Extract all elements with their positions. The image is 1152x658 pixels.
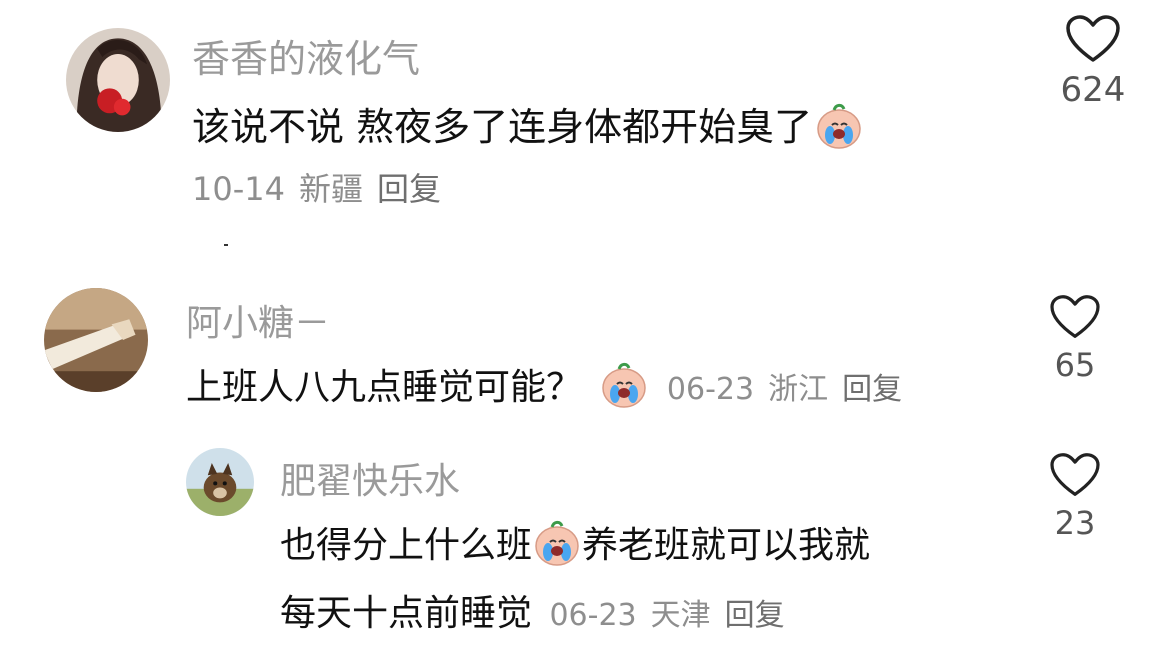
username[interactable]: 肥翟快乐水: [280, 452, 460, 504]
comment-text-body: 该说不说 熬夜多了连身体都开始臭了: [192, 105, 813, 149]
reply-button[interactable]: 回复: [842, 372, 902, 407]
crying-face-icon: [817, 103, 861, 149]
avatar[interactable]: [186, 448, 254, 516]
heart-icon: [1050, 453, 1100, 496]
comment-text-part: 养老班就可以我就: [582, 525, 871, 566]
comment-text: 上班人八九点睡觉可能？ 06-23 浙江 回复: [186, 358, 916, 410]
comment-meta: 06-23 浙江 回复: [667, 372, 916, 407]
comment-location: 浙江: [768, 372, 829, 407]
like-button[interactable]: 624: [1048, 14, 1138, 110]
comment-text-part: 也得分上什么班: [280, 525, 533, 566]
comment-text-line: 每天十点前睡觉 06-23 天津 回复: [280, 584, 799, 636]
like-button[interactable]: 65: [1030, 294, 1120, 384]
avatar-image: [66, 28, 170, 132]
avatar[interactable]: [66, 28, 170, 132]
crying-face-icon: [535, 520, 579, 566]
heart-icon: [1050, 295, 1100, 338]
comment-meta: 10-14 新疆 回复: [192, 164, 455, 210]
reply-button[interactable]: 回复: [725, 598, 785, 633]
avatar-image: [44, 288, 148, 392]
avatar-image: [186, 448, 254, 516]
comment-date: 06-23: [666, 372, 755, 407]
like-button[interactable]: 23: [1030, 452, 1120, 542]
divider: [224, 244, 228, 246]
comment-location: 新疆: [298, 170, 363, 208]
comment-meta: 06-23 天津 回复: [549, 598, 798, 633]
like-count: 23: [1054, 504, 1096, 542]
like-count: 624: [1060, 70, 1126, 110]
comment-text-body: 上班人八九点睡觉可能？: [186, 367, 583, 408]
username[interactable]: 香香的液化气: [192, 28, 420, 83]
heart-icon: [1066, 15, 1120, 62]
comment-text-part: 每天十点前睡觉: [280, 593, 533, 634]
comment-text: 该说不说 熬夜多了连身体都开始臭了: [192, 96, 864, 151]
username[interactable]: 阿小糖－: [186, 294, 330, 346]
like-count: 65: [1054, 346, 1096, 384]
comment-text: 也得分上什么班 养老班就可以我就: [280, 516, 870, 568]
comment-date: 06-23: [549, 598, 637, 633]
comment-date: 10-14: [192, 170, 285, 208]
reply-button[interactable]: 回复: [377, 170, 441, 208]
crying-face-icon: [602, 362, 647, 408]
avatar[interactable]: [44, 288, 148, 392]
comment-location: 天津: [650, 598, 711, 633]
